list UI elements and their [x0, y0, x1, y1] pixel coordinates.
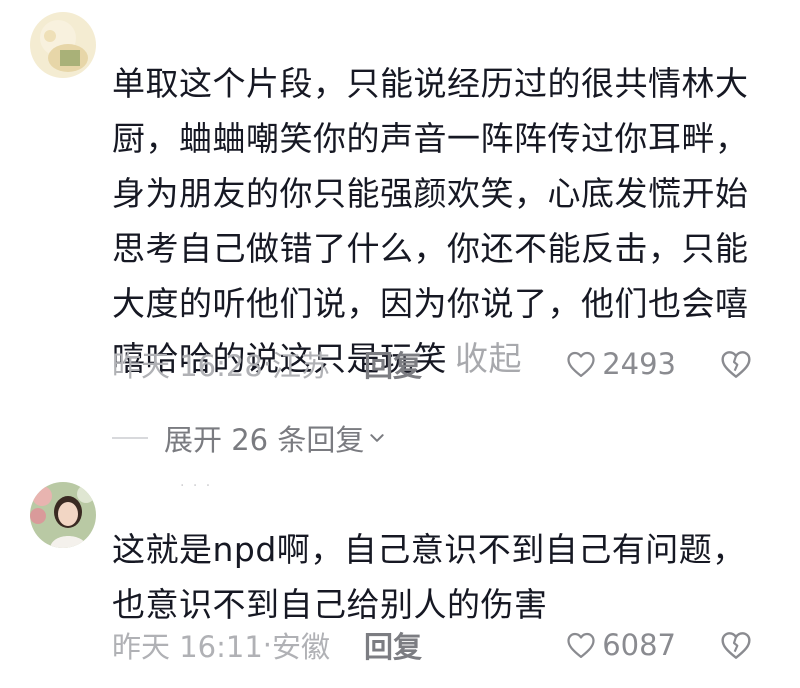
comment-2-location: 安徽	[272, 630, 331, 664]
dislike-heart-icon[interactable]	[720, 349, 752, 379]
dislike-heart-icon[interactable]	[720, 630, 752, 660]
expand-divider	[112, 437, 148, 439]
avatar-comment-2[interactable]	[30, 482, 96, 548]
comment-2-meta: 昨天 16:11 · 安徽 回复 6087	[112, 625, 780, 665]
comment-1-time: 昨天 16:28	[112, 349, 263, 383]
comment-1-text: 单取这个片段，只能说经历过的很共情林大厨，蛐蛐嘲笑你的声音一阵阵传过你耳畔，身为…	[112, 56, 762, 386]
chevron-down-icon	[370, 434, 384, 442]
comment-2-separator: ·	[262, 628, 273, 662]
comment-1-like-button[interactable]: 2493	[566, 347, 676, 381]
comment-1-body: 单取这个片段，只能说经历过的很共情林大厨，蛐蛐嘲笑你的声音一阵阵传过你耳畔，身为…	[112, 64, 749, 378]
avatar-comment-1[interactable]	[30, 12, 96, 78]
comment-2-like-button[interactable]: 6087	[566, 628, 676, 662]
comment-2-reply-button[interactable]: 回复	[364, 624, 422, 666]
comment-1-separator: ·	[262, 347, 273, 381]
comment-2-body: 这就是npd啊，自己意识不到自己有问题，也意识不到自己给别人的伤害	[112, 530, 746, 624]
expand-replies-button[interactable]: 展开 26 条回复	[112, 418, 386, 458]
comment-1-reply-button[interactable]: 回复	[364, 343, 422, 385]
heart-outline-icon	[567, 632, 595, 658]
comment-1-meta: 昨天 16:28 · 江苏 回复 2493	[112, 344, 780, 384]
comment-2-time: 昨天 16:11	[112, 630, 263, 664]
comment-2-text: 这就是npd啊，自己意识不到自己有问题，也意识不到自己给别人的伤害	[112, 522, 762, 632]
divider-dots: · · ·	[180, 478, 213, 494]
comment-1-like-count: 2493	[602, 347, 676, 381]
comment-1-location: 江苏	[272, 349, 331, 383]
expand-replies-label: 展开 26 条回复	[164, 423, 365, 457]
comment-2-like-count: 6087	[602, 628, 676, 662]
heart-outline-icon	[567, 351, 595, 377]
